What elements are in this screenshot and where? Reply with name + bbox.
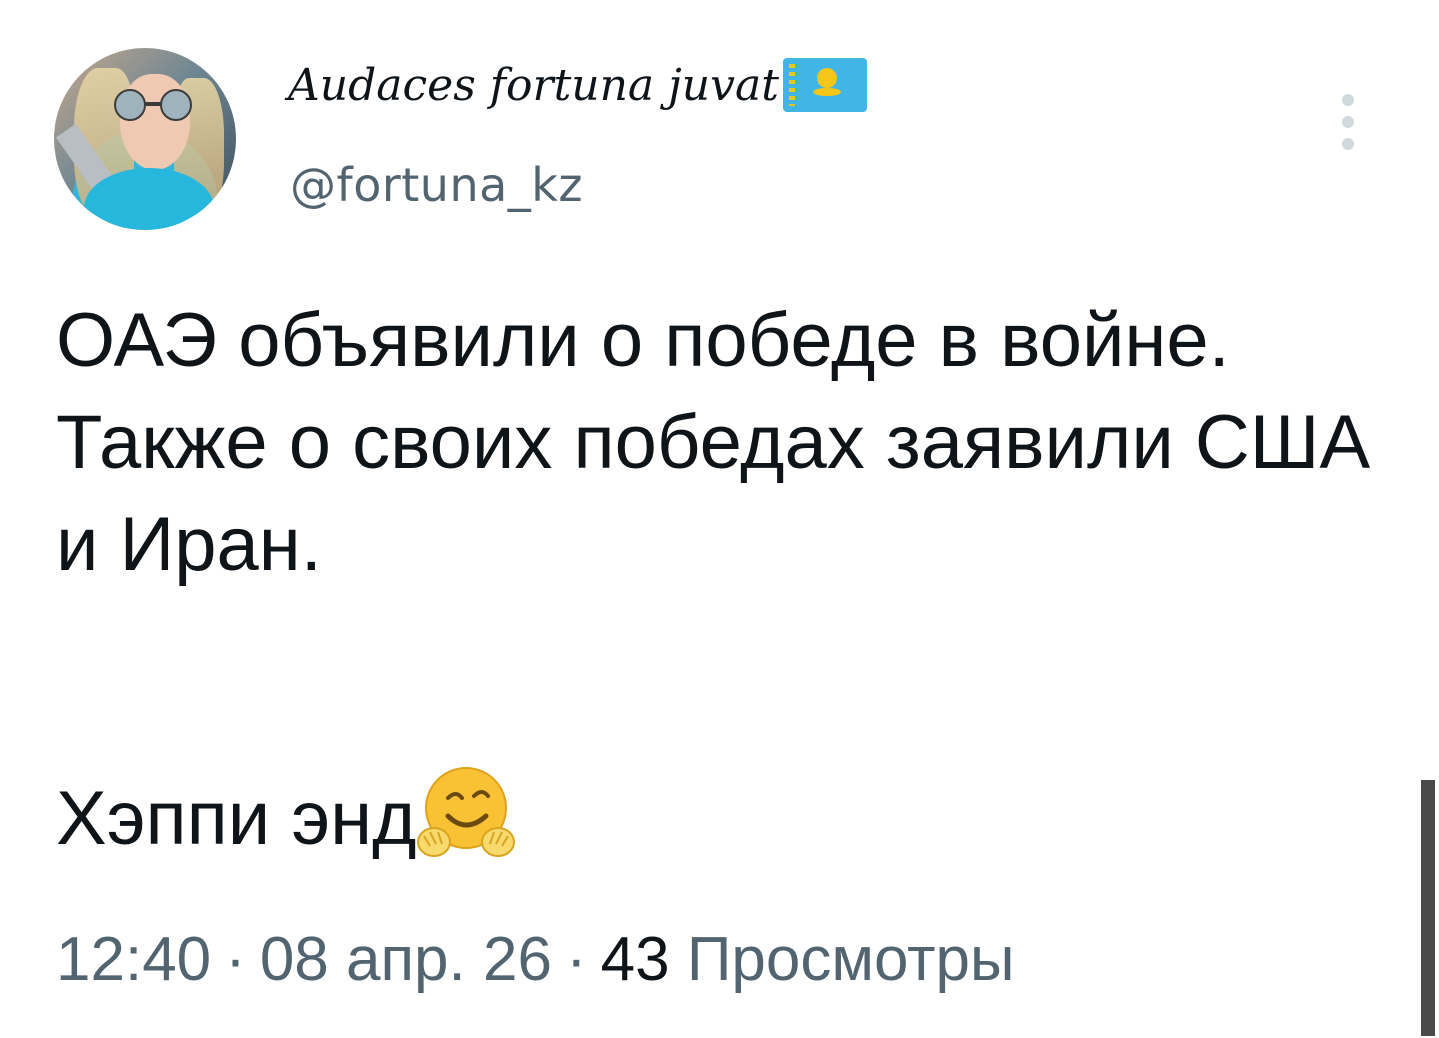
views-count[interactable]: 43	[601, 925, 670, 994]
flag-ornament	[788, 63, 795, 106]
avatar[interactable]	[54, 48, 236, 230]
more-dot-icon	[1342, 94, 1354, 106]
tweet-meta: 12:40 · 08 апр. 26 · 43 Просмотры	[56, 920, 1015, 1000]
hugging-face-emoji-icon	[417, 766, 516, 857]
tweet-date[interactable]: 08 апр. 26	[260, 925, 552, 994]
tweet-text-line: Хэппи энд	[56, 766, 516, 876]
views-label[interactable]: Просмотры	[687, 925, 1015, 994]
flag-eagle	[812, 87, 841, 96]
tweet-closing-text: Хэппи энд	[56, 776, 417, 861]
more-dot-icon	[1342, 138, 1354, 150]
flag-sun	[816, 67, 837, 88]
meta-separator: ·	[225, 925, 246, 994]
display-name-text: Audaces fortuna juvat	[288, 60, 779, 111]
sunglasses-icon	[114, 89, 192, 121]
tweet-time[interactable]: 12:40	[56, 925, 211, 994]
author-display-name[interactable]: Audaces fortuna juvat	[288, 57, 867, 116]
meta-separator: ·	[565, 925, 587, 994]
tweet-text: ОАЭ объявили о победе в войне. Также о с…	[56, 298, 1392, 587]
author-handle[interactable]: @fortuna_kz	[290, 156, 583, 214]
more-dot-icon	[1342, 116, 1354, 128]
kazakhstan-flag-icon	[782, 57, 867, 112]
more-options-button[interactable]	[1332, 90, 1364, 154]
scrollbar[interactable]	[1421, 780, 1435, 1036]
